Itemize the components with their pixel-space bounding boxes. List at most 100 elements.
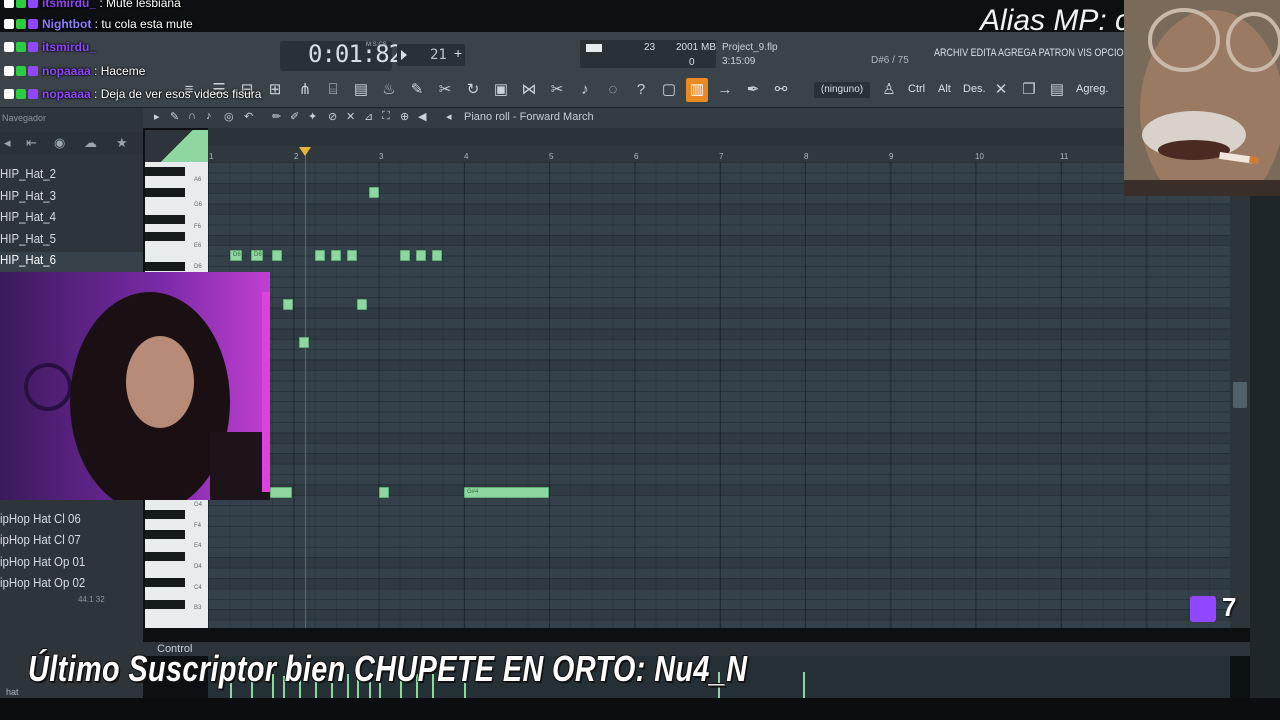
black-key[interactable] xyxy=(145,530,185,539)
note-block[interactable] xyxy=(283,299,293,310)
black-key[interactable] xyxy=(145,510,185,519)
plugin-icon[interactable]: ♨ xyxy=(378,78,400,102)
black-key[interactable] xyxy=(145,167,185,176)
browser-item[interactable]: ipHop Hat Cl 06 xyxy=(0,511,81,526)
timeline-ruler[interactable] xyxy=(208,146,1124,162)
arrow-right-icon[interactable]: → xyxy=(714,78,736,102)
black-key[interactable] xyxy=(145,262,185,271)
chat-icon[interactable]: ◌ xyxy=(602,78,624,102)
bell-icon[interactable]: ♙ xyxy=(878,78,900,102)
main-menu[interactable]: ARCHIV EDITA AGREGA PATRON VIS OPCIONES xyxy=(934,47,1142,59)
browser-icon[interactable]: ▤ xyxy=(350,78,372,102)
save-icon[interactable]: ▣ xyxy=(490,78,512,102)
star-icon[interactable]: ★ xyxy=(116,135,128,151)
cut-icon[interactable]: ✂ xyxy=(546,78,568,102)
tempo-value[interactable]: 21 xyxy=(430,47,447,63)
pattern-icon[interactable]: ⋔ xyxy=(294,78,316,102)
delete-tool-icon[interactable]: ⊘ xyxy=(328,110,337,123)
note-block[interactable] xyxy=(357,299,367,310)
black-key[interactable] xyxy=(145,232,185,241)
note-block[interactable] xyxy=(299,337,309,348)
browser-item[interactable]: HIP_Hat_2 xyxy=(0,166,56,181)
vertical-scrollbar[interactable] xyxy=(1230,196,1250,628)
alt-button[interactable]: Alt xyxy=(938,83,951,95)
note-block[interactable]: D6 xyxy=(251,250,263,261)
note-block[interactable] xyxy=(315,250,325,261)
link-icon[interactable]: ⚯ xyxy=(770,78,792,102)
note-block[interactable] xyxy=(400,250,410,261)
copy-icon[interactable]: ❐ xyxy=(1018,78,1040,102)
black-key[interactable] xyxy=(145,552,185,561)
speaker-icon[interactable]: ◂ xyxy=(446,110,452,123)
slice-tool-icon[interactable]: ⊿ xyxy=(364,110,373,123)
arrow-icon[interactable]: ⇤ xyxy=(26,135,37,151)
browser-item[interactable]: HIP_Hat_4 xyxy=(0,209,56,224)
des-button[interactable]: Des. xyxy=(963,83,986,95)
play-small-icon[interactable]: ▸ xyxy=(154,110,160,123)
chat-username[interactable]: nopaaaa xyxy=(42,64,91,78)
db-icon[interactable]: ◉ xyxy=(54,135,65,151)
select-tool-icon[interactable]: ⛶ xyxy=(382,110,390,123)
mic-icon[interactable]: ♪ xyxy=(574,78,596,102)
wrench-icon[interactable]: ✎ xyxy=(170,110,179,123)
chat-username[interactable]: Nightbot xyxy=(42,17,91,31)
pencil-icon[interactable]: ✒ xyxy=(742,78,764,102)
browser-item[interactable]: HIP_Hat_6 xyxy=(0,252,56,267)
browser-item[interactable]: HIP_Hat_3 xyxy=(0,188,56,203)
pitch-icon[interactable]: ✎ xyxy=(406,78,428,102)
browser-item[interactable]: ipHop Hat Op 01 xyxy=(0,554,85,569)
pattern-tool-icon[interactable]: ⋈ xyxy=(518,78,540,102)
help-icon[interactable]: ? xyxy=(630,78,652,102)
note-block[interactable] xyxy=(331,250,341,261)
note-block[interactable]: G#4 xyxy=(464,487,549,498)
note-block[interactable] xyxy=(270,487,292,498)
undo-small-icon[interactable]: ↶ xyxy=(244,110,253,123)
black-key[interactable] xyxy=(145,215,185,224)
wave-icon[interactable]: ✂ xyxy=(434,78,456,102)
black-key[interactable] xyxy=(145,188,185,197)
brush-tool-icon[interactable]: ✐ xyxy=(290,110,299,123)
note-block[interactable] xyxy=(379,487,389,498)
speaker-tool-icon[interactable]: ◀ xyxy=(418,110,426,123)
playhead-marker[interactable] xyxy=(299,147,311,156)
ctrl-button[interactable]: Ctrl xyxy=(908,83,925,95)
piano-roll-corner[interactable] xyxy=(145,130,208,162)
paint-tool-icon[interactable]: ✦ xyxy=(308,110,317,123)
black-key[interactable] xyxy=(145,578,185,587)
zoom-tool-icon[interactable]: ⊕ xyxy=(400,110,409,123)
plus-icon[interactable]: + xyxy=(454,45,462,61)
pencil-tool-icon[interactable]: ✏ xyxy=(272,110,281,123)
note-block[interactable] xyxy=(416,250,426,261)
note-block[interactable] xyxy=(369,187,379,198)
channel-rack-icon[interactable]: ⊞ xyxy=(264,78,286,102)
chat-username[interactable]: nopaaaa xyxy=(42,87,91,101)
playlist-icon[interactable]: ⌸ xyxy=(322,78,344,102)
chat-username[interactable]: itsmirdu_ xyxy=(42,0,96,10)
magnet-icon[interactable]: ∩ xyxy=(188,110,196,122)
note-block[interactable]: D6 xyxy=(230,250,242,261)
note-block[interactable] xyxy=(347,250,357,261)
play-icon[interactable] xyxy=(401,50,407,60)
browser-item[interactable]: ipHop Hat Op 02 xyxy=(0,575,85,590)
browser-search[interactable]: hat xyxy=(6,687,19,697)
window-icon[interactable]: ▢ xyxy=(658,78,680,102)
collapse-icon[interactable]: ◂ xyxy=(4,135,11,151)
undo-icon[interactable]: ↻ xyxy=(462,78,484,102)
browser-item[interactable]: HIP_Hat_5 xyxy=(0,231,56,246)
black-key[interactable] xyxy=(145,600,185,609)
browser-item[interactable]: ipHop Hat Cl 07 xyxy=(0,532,81,547)
snap-select[interactable]: (ninguno) xyxy=(814,82,870,98)
close-icon[interactable]: ✕ xyxy=(990,78,1012,102)
velocity-bar[interactable] xyxy=(803,672,805,698)
add-button[interactable]: Agreg. xyxy=(1076,83,1108,95)
target-icon[interactable]: ◎ xyxy=(224,110,234,123)
note-block[interactable] xyxy=(272,250,282,261)
note-icon[interactable]: ♪ xyxy=(206,110,212,122)
chat-username[interactable]: itsmirdu_ xyxy=(42,40,96,54)
mute-tool-icon[interactable]: ✕ xyxy=(346,110,355,123)
note-block[interactable] xyxy=(432,250,442,261)
scroll-thumb[interactable] xyxy=(1233,382,1247,408)
paste-icon[interactable]: ▤ xyxy=(1046,78,1068,102)
piano-roll-icon[interactable]: ▥ xyxy=(686,78,708,102)
cloud-icon[interactable]: ☁ xyxy=(84,135,97,151)
